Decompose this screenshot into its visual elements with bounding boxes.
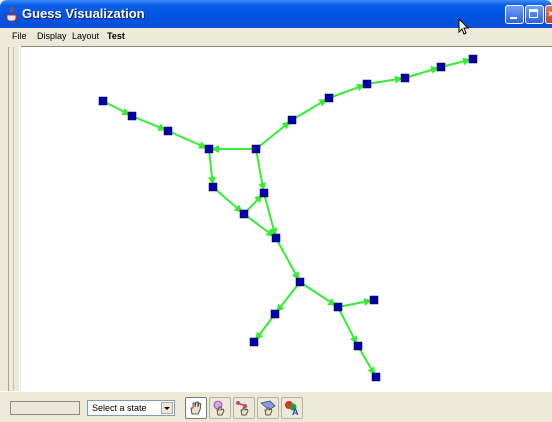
maximize-icon <box>529 9 538 18</box>
maximize-button[interactable] <box>525 5 544 24</box>
node-edit-tool-icon <box>213 400 225 416</box>
graph-node[interactable] <box>208 182 218 192</box>
graph-node[interactable] <box>239 209 249 219</box>
graph-edge[interactable] <box>212 186 245 215</box>
bottom-toolbar: Select a state A <box>0 391 552 422</box>
graph-edge[interactable] <box>167 130 210 150</box>
edge-edit-tool-icon <box>236 401 249 416</box>
label-tool-icon: A <box>285 401 299 416</box>
svg-text:A: A <box>292 407 299 416</box>
hand-browse-tool-icon <box>190 401 202 415</box>
chevron-down-icon[interactable] <box>161 402 173 414</box>
hull-tool-button[interactable] <box>257 397 279 419</box>
browse-tool-button[interactable] <box>185 397 207 419</box>
graph-node[interactable] <box>98 96 108 106</box>
menu-file[interactable]: File <box>12 31 27 41</box>
label-tool-button[interactable]: A <box>281 397 303 419</box>
graph-edge[interactable] <box>275 237 301 283</box>
graph-node[interactable] <box>259 188 269 198</box>
minimize-button[interactable] <box>505 5 524 24</box>
graph-edge[interactable] <box>131 115 169 132</box>
graph-edge[interactable] <box>337 297 375 308</box>
graph-edge[interactable] <box>102 100 133 117</box>
graph-node[interactable] <box>271 233 281 243</box>
minimize-icon <box>510 17 517 19</box>
state-select[interactable]: Select a state <box>87 400 175 416</box>
graph-node[interactable] <box>436 62 446 72</box>
window-title: Guess Visualization <box>22 6 145 21</box>
state-select-value: Select a state <box>92 403 147 413</box>
graph-node[interactable] <box>468 54 478 64</box>
side-splitter[interactable] <box>8 47 20 391</box>
menu-display[interactable]: Display <box>37 31 67 41</box>
graph-node[interactable] <box>353 341 363 351</box>
graph-node[interactable] <box>324 93 334 103</box>
mouse-cursor-icon <box>458 18 470 35</box>
close-button[interactable]: × <box>545 5 552 24</box>
graph-node[interactable] <box>400 73 410 83</box>
graph-node[interactable] <box>249 337 259 347</box>
graph-edge[interactable] <box>207 148 216 188</box>
graph-node[interactable] <box>295 277 305 287</box>
graph-edge[interactable] <box>274 281 301 315</box>
graph-view[interactable] <box>21 47 552 392</box>
graph-node[interactable] <box>270 309 280 319</box>
close-icon: × <box>548 9 552 20</box>
status-field <box>10 401 80 415</box>
graph-edge[interactable] <box>291 97 330 121</box>
graph-edge[interactable] <box>328 83 368 99</box>
graph-edge[interactable] <box>337 306 359 347</box>
graph-edge[interactable] <box>440 57 474 68</box>
graph-node[interactable] <box>287 115 297 125</box>
graph-node[interactable] <box>362 79 372 89</box>
menu-layout[interactable]: Layout <box>72 31 99 41</box>
menu-test[interactable]: Test <box>107 31 125 41</box>
graph-edge[interactable] <box>357 345 377 378</box>
graph-node[interactable] <box>204 144 214 154</box>
graph-edge[interactable] <box>299 281 339 308</box>
graph-edge[interactable] <box>255 148 267 194</box>
node-tool-button[interactable] <box>209 397 231 419</box>
graph-canvas[interactable] <box>21 46 552 391</box>
hull-tool-icon <box>260 400 276 416</box>
graph-node[interactable] <box>251 144 261 154</box>
graph-edge[interactable] <box>255 119 293 150</box>
graph-edge[interactable] <box>404 66 442 79</box>
graph-node[interactable] <box>127 111 137 121</box>
graph-node[interactable] <box>163 126 173 136</box>
graph-node[interactable] <box>371 372 381 382</box>
edge-tool-button[interactable] <box>233 397 255 419</box>
java-cup-icon <box>6 6 19 22</box>
graph-edge[interactable] <box>366 75 406 85</box>
graph-node[interactable] <box>369 295 379 305</box>
graph-node[interactable] <box>333 302 343 312</box>
